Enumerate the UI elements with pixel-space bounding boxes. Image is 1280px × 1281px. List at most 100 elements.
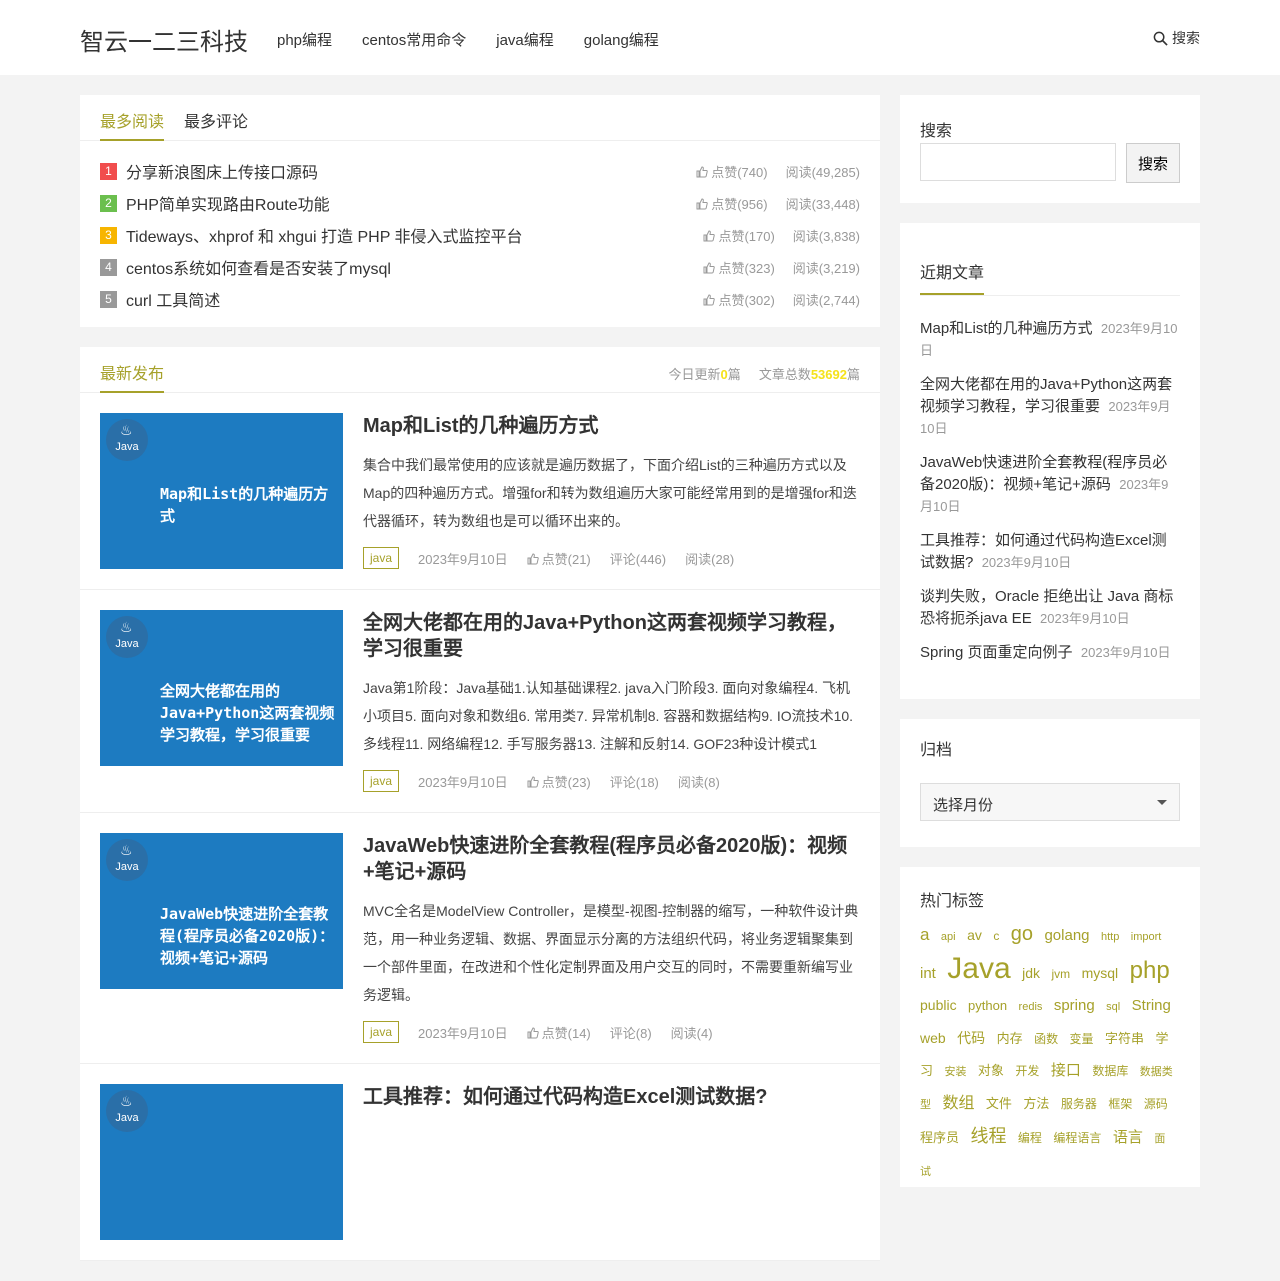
thumbs-up-icon	[703, 293, 716, 305]
post-likes[interactable]: 点赞(23)	[527, 772, 591, 791]
tag-link[interactable]: public	[920, 997, 957, 1013]
post-thumbnail[interactable]: ♨ Java 全网大佬都在用的Java+Python这两套视频学习教程，学习很重要	[100, 610, 343, 766]
tag-link[interactable]: 语言	[1113, 1129, 1143, 1146]
tag-link[interactable]: Java	[947, 952, 1010, 985]
tag-link[interactable]: sql	[1106, 1001, 1120, 1013]
post-date: 2023年9月10日	[418, 1025, 508, 1041]
tag-link[interactable]: jvm	[1051, 967, 1070, 981]
tag-link[interactable]: 内存	[997, 1031, 1023, 1046]
post-title[interactable]: 工具推荐：如何通过代码构造Excel测试数据?	[363, 1084, 860, 1110]
tag-link[interactable]: 服务器	[1061, 1097, 1097, 1111]
recent-post-link[interactable]: Spring 页面重定向例子	[920, 644, 1073, 661]
post-title[interactable]: JavaWeb快速进阶全套教程(程序员必备2020版)：视频+笔记+源码	[363, 833, 860, 885]
reads-count: 阅读(49,285)	[785, 164, 860, 180]
post-tag[interactable]: java	[363, 1021, 400, 1043]
post-item: ♨ Java Map和List的几种遍历方式 Map和List的几种遍历方式 集合…	[80, 393, 880, 590]
tag-link[interactable]: av	[967, 927, 982, 943]
tag-link[interactable]: go	[1011, 923, 1033, 945]
tag-link[interactable]: redis	[1019, 1001, 1043, 1013]
tab-most-comments[interactable]: 最多评论	[184, 95, 248, 141]
tag-link[interactable]: 文件	[986, 1096, 1012, 1111]
archive-widget: 归档 选择月份	[900, 719, 1200, 847]
post-item: ♨ Java 工具推荐：如何通过代码构造Excel测试数据?	[80, 1064, 880, 1261]
tag-link[interactable]: 开发	[1015, 1064, 1039, 1078]
hot-post-item[interactable]: 1 分享新浪图床上传接口源码 点赞(740) 阅读(49,285)	[100, 155, 860, 187]
tag-link[interactable]: 方法	[1023, 1096, 1049, 1111]
header-search-button[interactable]: 搜索	[1153, 28, 1200, 48]
nav-java[interactable]: java编程	[496, 29, 554, 50]
tag-link[interactable]: php	[1130, 957, 1170, 984]
post-thumbnail[interactable]: ♨ Java Map和List的几种遍历方式	[100, 413, 343, 569]
hot-post-title[interactable]: PHP简单实现路由Route功能	[126, 191, 678, 215]
tag-link[interactable]: 接口	[1051, 1062, 1081, 1079]
tag-link[interactable]: 安装	[944, 1066, 966, 1078]
thumbs-up-icon	[696, 165, 708, 177]
likes-text: 点赞(170)	[718, 228, 775, 244]
tag-link[interactable]: mysql	[1082, 965, 1119, 981]
nav-php[interactable]: php编程	[277, 29, 332, 50]
thumbs-up-icon	[703, 229, 716, 241]
recent-post-date: 2023年9月10日	[981, 555, 1072, 570]
hot-post-title[interactable]: Tideways、xhprof 和 xhgui 打造 PHP 非侵入式监控平台	[126, 223, 685, 247]
java-logo-icon: ♨ Java	[106, 839, 148, 881]
post-thumbnail[interactable]: ♨ Java JavaWeb快速进阶全套教程(程序员必备2020版)：视频+笔记+…	[100, 833, 343, 989]
hot-post-item[interactable]: 5 curl 工具简述 点赞(302) 阅读(2,744)	[100, 283, 860, 315]
search-button[interactable]: 搜索	[1126, 143, 1180, 183]
tag-link[interactable]: python	[968, 998, 1007, 1013]
tag-link[interactable]: 字符串	[1105, 1031, 1144, 1046]
post-reads: 阅读(28)	[685, 551, 735, 567]
post-title[interactable]: Map和List的几种遍历方式	[363, 413, 860, 439]
tag-link[interactable]: 编程	[1018, 1131, 1042, 1145]
tag-link[interactable]: 数组	[942, 1095, 974, 1112]
tab-most-read[interactable]: 最多阅读	[100, 95, 165, 141]
tag-link[interactable]: a	[920, 925, 929, 944]
total-count: 53692	[810, 367, 847, 382]
post-tag[interactable]: java	[363, 547, 400, 569]
recent-post-date: 2023年9月10日	[1080, 645, 1171, 660]
post-thumbnail[interactable]: ♨ Java	[100, 1084, 343, 1240]
tag-link[interactable]: 对象	[978, 1063, 1004, 1078]
site-logo[interactable]: 智云一二三科技	[80, 22, 248, 57]
tag-link[interactable]: import	[1131, 931, 1162, 943]
post-likes[interactable]: 点赞(21)	[527, 549, 591, 568]
post-tag[interactable]: java	[363, 770, 400, 792]
tag-link[interactable]: 编程语言	[1053, 1131, 1101, 1145]
tag-link[interactable]: spring	[1054, 997, 1095, 1014]
recent-post-link[interactable]: Map和List的几种遍历方式	[920, 320, 1093, 337]
hot-post-title[interactable]: curl 工具简述	[126, 287, 685, 311]
hot-post-item[interactable]: 3 Tideways、xhprof 和 xhgui 打造 PHP 非侵入式监控平…	[100, 219, 860, 251]
hot-post-title[interactable]: centos系统如何查看是否安装了mysql	[126, 255, 685, 279]
search-input[interactable]	[920, 143, 1116, 181]
post-likes[interactable]: 点赞(14)	[527, 1023, 591, 1042]
tag-link[interactable]: web	[920, 1030, 946, 1046]
nav-golang[interactable]: golang编程	[584, 29, 659, 50]
hot-post-item[interactable]: 4 centos系统如何查看是否安装了mysql 点赞(323) 阅读(3,21…	[100, 251, 860, 283]
tag-link[interactable]: String	[1132, 997, 1171, 1014]
thumbnail-text: JavaWeb快速进阶全套教程(程序员必备2020版)：视频+笔记+源码	[160, 905, 335, 967]
tag-link[interactable]: 数据库	[1092, 1064, 1128, 1078]
likes-text: 点赞(740)	[711, 164, 768, 180]
tag-link[interactable]: 线程	[970, 1126, 1006, 1146]
recent-post-date: 2023年9月10日	[1040, 611, 1130, 626]
tag-link[interactable]: 源码	[1144, 1097, 1168, 1111]
tag-link[interactable]: http	[1101, 931, 1119, 943]
tag-link[interactable]: 框架	[1108, 1097, 1132, 1111]
tag-link[interactable]: 函数	[1034, 1032, 1058, 1046]
tag-link[interactable]: c	[993, 929, 999, 943]
total-label: 文章总数	[758, 367, 811, 382]
hot-post-item[interactable]: 2 PHP简单实现路由Route功能 点赞(956) 阅读(33,448)	[100, 187, 860, 219]
tag-link[interactable]: int	[920, 965, 936, 982]
today-label: 今日更新	[668, 367, 721, 382]
post-title[interactable]: 全网大佬都在用的Java+Python这两套视频学习教程，学习很重要	[363, 610, 860, 662]
tag-link[interactable]: jdk	[1022, 965, 1040, 981]
tag-link[interactable]: 程序员	[920, 1130, 959, 1145]
tag-link[interactable]: api	[941, 931, 956, 943]
tag-link[interactable]: 代码	[957, 1030, 985, 1046]
likes-text: 点赞(14)	[541, 1025, 591, 1041]
tag-link[interactable]: 变量	[1070, 1032, 1094, 1046]
hot-post-title[interactable]: 分享新浪图床上传接口源码	[126, 159, 678, 183]
tag-link[interactable]: golang	[1044, 927, 1089, 944]
nav-centos[interactable]: centos常用命令	[362, 29, 466, 50]
recent-post-item: 全网大佬都在用的Java+Python这两套视频学习教程，学习很重要 2023年…	[920, 374, 1180, 440]
archive-select[interactable]: 选择月份	[920, 783, 1180, 821]
